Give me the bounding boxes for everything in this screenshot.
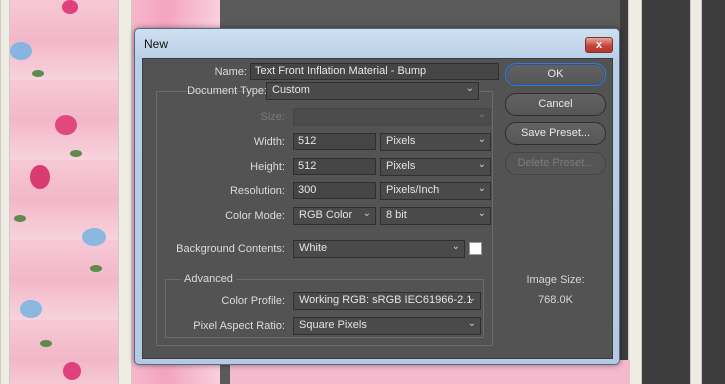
pixel-aspect-ratio-label: Pixel Aspect Ratio: xyxy=(193,320,285,332)
chevron-down-icon: ⌄ xyxy=(467,293,476,304)
resolution-unit-value: Pixels/Inch xyxy=(386,184,440,196)
rose-decoration xyxy=(55,115,77,135)
chevron-down-icon: ⌄ xyxy=(477,134,486,145)
cancel-button[interactable]: Cancel xyxy=(505,93,606,116)
dialog-titlebar[interactable]: New x xyxy=(135,29,619,57)
width-value: 512 xyxy=(298,135,317,147)
height-field[interactable]: 512 xyxy=(293,158,376,175)
image-size-label: Image Size: xyxy=(526,274,585,286)
resolution-label: Resolution: xyxy=(229,185,285,197)
chevron-down-icon: ⌄ xyxy=(477,183,486,194)
rose-decoration xyxy=(20,300,42,318)
name-label: Name: xyxy=(214,66,247,78)
document-type-label: Document Type: xyxy=(187,85,267,97)
name-field-value: Text Front Inflation Material - Bump xyxy=(255,65,427,77)
background-contents-value: White xyxy=(299,242,328,254)
leaf-decoration xyxy=(14,215,26,222)
chevron-down-icon: ⌄ xyxy=(451,241,460,252)
color-profile-value: Working RGB: sRGB IEC61966-2.1 xyxy=(299,294,473,306)
background-contents-select[interactable]: White ⌄ xyxy=(293,240,465,258)
size-label: Size: xyxy=(260,111,285,123)
resolution-value: 300 xyxy=(298,184,317,196)
advanced-group-title: Advanced xyxy=(181,273,236,285)
chevron-down-icon: ⌄ xyxy=(477,159,486,170)
dialog-title: New xyxy=(144,37,169,51)
color-mode-value: RGB Color xyxy=(299,209,353,221)
height-unit-value: Pixels xyxy=(386,160,416,172)
chevron-down-icon: ⌄ xyxy=(477,208,486,219)
rose-decoration xyxy=(82,228,106,246)
width-unit-value: Pixels xyxy=(386,135,416,147)
document-type-select[interactable]: Custom ⌄ xyxy=(266,82,479,100)
delete-preset-button: Delete Preset... xyxy=(505,152,606,175)
dialog-body: Name: Text Front Inflation Material - Bu… xyxy=(142,58,613,359)
rose-decoration xyxy=(62,0,78,14)
background-color-swatch[interactable] xyxy=(469,242,482,255)
bit-depth-select[interactable]: 8 bit ⌄ xyxy=(380,207,491,225)
chevron-down-icon: ⌄ xyxy=(362,208,371,219)
color-profile-select[interactable]: Working RGB: sRGB IEC61966-2.1 ⌄ xyxy=(293,292,481,310)
color-profile-label: Color Profile: xyxy=(221,295,285,307)
width-field[interactable]: 512 xyxy=(293,133,376,150)
width-label: Width: xyxy=(253,136,285,148)
leaf-decoration xyxy=(32,70,44,77)
canvas-divider xyxy=(690,0,702,384)
image-size-value: 768.0K xyxy=(538,294,573,306)
close-icon: x xyxy=(595,39,603,51)
save-preset-button[interactable]: Save Preset... xyxy=(505,122,606,145)
canvas-divider xyxy=(118,0,132,384)
rose-decoration xyxy=(63,362,81,380)
resolution-field[interactable]: 300 xyxy=(293,182,376,199)
background-contents-label: Background Contents: xyxy=(176,243,285,255)
resolution-unit-select[interactable]: Pixels/Inch ⌄ xyxy=(380,182,491,200)
width-unit-select[interactable]: Pixels ⌄ xyxy=(380,133,491,151)
color-mode-label: Color Mode: xyxy=(225,210,285,222)
color-mode-select[interactable]: RGB Color ⌄ xyxy=(293,207,376,225)
chevron-down-icon: ⌄ xyxy=(467,318,476,329)
document-type-value: Custom xyxy=(272,84,310,96)
rose-decoration xyxy=(30,165,50,189)
height-unit-select[interactable]: Pixels ⌄ xyxy=(380,158,491,176)
canvas-divider xyxy=(628,0,642,384)
leaf-decoration xyxy=(90,265,102,272)
chevron-down-icon: ⌄ xyxy=(477,109,486,120)
height-value: 512 xyxy=(298,160,317,172)
canvas-divider xyxy=(0,0,10,384)
chevron-down-icon: ⌄ xyxy=(465,83,474,94)
pixel-aspect-ratio-select[interactable]: Square Pixels ⌄ xyxy=(293,317,481,335)
leaf-decoration xyxy=(70,150,82,157)
new-document-dialog: New x Name: Text Front Inflation Materia… xyxy=(134,28,620,365)
ok-button[interactable]: OK xyxy=(505,63,606,86)
name-field[interactable]: Text Front Inflation Material - Bump xyxy=(250,63,499,80)
pixel-aspect-ratio-value: Square Pixels xyxy=(299,319,367,331)
bit-depth-value: 8 bit xyxy=(386,209,407,221)
leaf-decoration xyxy=(40,340,52,347)
close-button[interactable]: x xyxy=(585,37,613,53)
rose-decoration xyxy=(10,42,32,60)
height-label: Height: xyxy=(250,161,285,173)
size-select: ⌄ xyxy=(293,108,491,126)
